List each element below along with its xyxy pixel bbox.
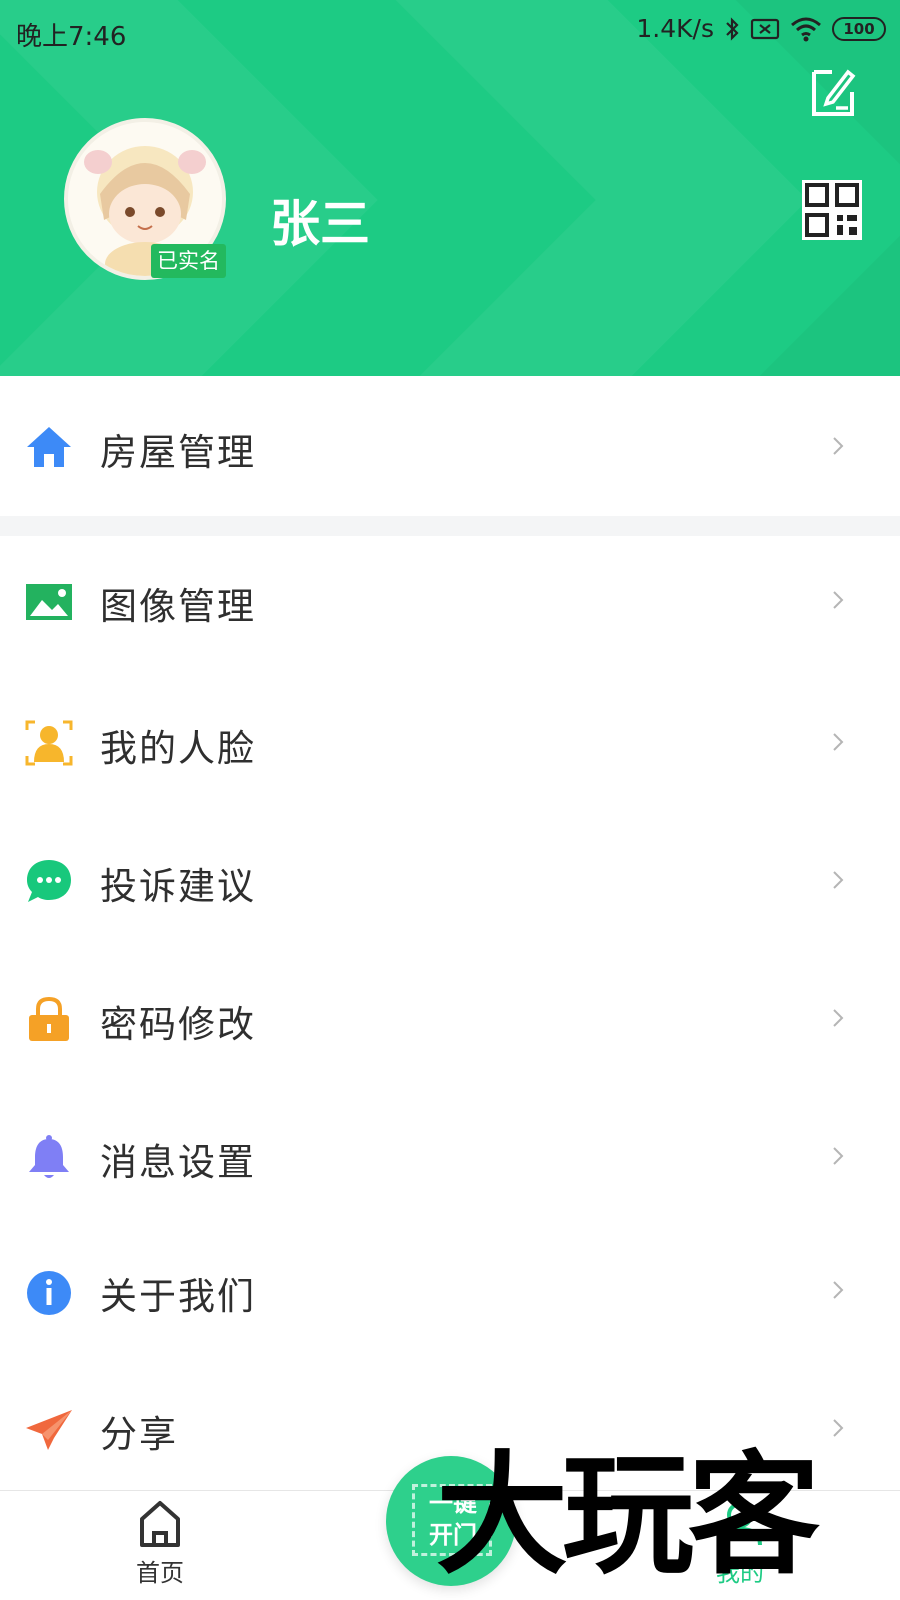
menu-item-complaints[interactable]: 投诉建议 [0, 826, 900, 936]
menu-item-message-settings[interactable]: 消息设置 [0, 1102, 900, 1212]
menu-label: 房屋管理 [100, 431, 256, 474]
menu-label: 密码修改 [100, 1003, 256, 1046]
menu-label: 我的人脸 [100, 727, 256, 770]
bell-icon [29, 1135, 69, 1178]
chevron-right-icon [833, 733, 844, 751]
verified-badge: 已实名 [151, 244, 226, 278]
menu-item-my-face[interactable]: 我的人脸 [0, 688, 900, 798]
watermark: 大玩客 [436, 1438, 820, 1593]
menu-section-main: 图像管理 我的人脸 投诉建议 密码修改 消息设置 关于我们 分享 [0, 536, 900, 1500]
qr-code-icon[interactable] [802, 180, 862, 240]
menu-item-image-management[interactable]: 图像管理 [0, 546, 900, 656]
menu-label: 消息设置 [100, 1141, 256, 1184]
bluetooth-icon [726, 16, 739, 41]
chat-icon [27, 860, 71, 902]
menu-label: 图像管理 [100, 585, 256, 628]
status-bar: 晚上7:46 1.4K/s 100 [0, 0, 900, 62]
chevron-right-icon [833, 1009, 844, 1027]
user-name: 张三 [270, 195, 370, 253]
face-icon [25, 720, 73, 766]
home-outline-icon [140, 1501, 180, 1547]
menu-item-house-management[interactable]: 房屋管理 [0, 392, 900, 502]
tab-home-label: 首页 [136, 1559, 184, 1587]
chevron-right-icon [833, 1147, 844, 1165]
image-icon [26, 584, 72, 620]
paper-plane-icon [26, 1410, 72, 1450]
menu-item-about-us[interactable]: 关于我们 [0, 1236, 900, 1346]
profile-header: 晚上7:46 1.4K/s 100 已实名 张三 [0, 0, 900, 376]
menu-section-house: 房屋管理 [0, 376, 900, 516]
menu-item-change-password[interactable]: 密码修改 [0, 964, 900, 1074]
chevron-right-icon [833, 1281, 844, 1299]
chevron-right-icon [833, 591, 844, 609]
status-indicators: 1.4K/s 100 [636, 14, 886, 43]
sim-off-icon [750, 18, 780, 39]
home-icon [27, 427, 71, 467]
menu-label: 投诉建议 [100, 865, 256, 908]
menu-label: 分享 [100, 1413, 178, 1456]
tab-home[interactable]: 首页 [100, 1499, 220, 1599]
battery-indicator: 100 [832, 16, 886, 41]
menu-label: 关于我们 [100, 1275, 256, 1318]
edit-profile-icon[interactable] [810, 66, 856, 118]
chevron-right-icon [833, 437, 844, 455]
info-icon [27, 1271, 71, 1315]
wifi-icon [791, 17, 821, 41]
lock-icon [29, 996, 69, 1041]
chevron-right-icon [833, 871, 844, 889]
network-speed: 1.4K/s [636, 14, 714, 43]
status-time: 晚上7:46 [16, 22, 127, 52]
